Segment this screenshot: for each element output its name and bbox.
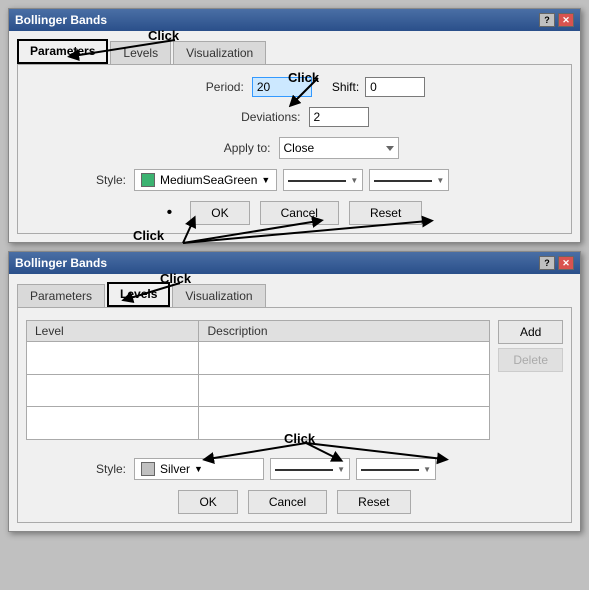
tabs-1: Parameters Levels Visualization xyxy=(17,39,572,65)
apply-dropdown[interactable]: Close Open High Low xyxy=(279,137,399,159)
period-label: Period: xyxy=(164,80,244,94)
ok-button-2[interactable]: OK xyxy=(178,490,237,514)
shift-input[interactable] xyxy=(365,77,425,97)
form-area-2: Level Description Add xyxy=(17,308,572,523)
col-level: Level xyxy=(27,321,199,342)
shift-label: Shift: xyxy=(332,80,359,94)
tabs-2: Parameters Levels Visualization xyxy=(17,282,572,308)
color-swatch-1 xyxy=(141,173,155,187)
title-controls-1: ? ✕ xyxy=(539,13,574,27)
color-dropdown-arrow-1: ▼ xyxy=(261,175,270,185)
cancel-button-1[interactable]: Cancel xyxy=(260,201,339,225)
ok-button-1[interactable]: OK xyxy=(190,201,249,225)
tab-visualization-2[interactable]: Visualization xyxy=(172,284,265,307)
form-area-1: Period: Shift: Deviations: Apply to: Clo… xyxy=(17,65,572,234)
title-bar-1: Bollinger Bands ? ✕ xyxy=(9,9,580,31)
line-width-dropdown-2[interactable]: ▼ xyxy=(356,458,436,480)
apply-row: Apply to: Close Open High Low xyxy=(26,137,563,159)
color-button-2[interactable]: Silver ▼ xyxy=(134,458,264,480)
close-button-2[interactable]: ✕ xyxy=(558,256,574,270)
title-bar-2: Bollinger Bands ? ✕ xyxy=(9,252,580,274)
reset-button-1[interactable]: Reset xyxy=(349,201,422,225)
tab-parameters-2[interactable]: Parameters xyxy=(17,284,105,307)
click-annotation-period: Click xyxy=(288,70,319,85)
color-name-1: MediumSeaGreen xyxy=(160,173,257,187)
line-style-dropdown-1[interactable]: ▼ xyxy=(283,169,363,191)
style-label-2: Style: xyxy=(46,462,126,476)
tab-levels-1[interactable]: Levels xyxy=(110,41,171,64)
color-dropdown-arrow-2: ▼ xyxy=(194,464,203,474)
table-row xyxy=(27,407,490,440)
reset-button-2[interactable]: Reset xyxy=(337,490,410,514)
table-row xyxy=(27,342,490,375)
style-row-1: Style: MediumSeaGreen ▼ ▼ ▼ xyxy=(46,169,563,191)
style-label-1: Style: xyxy=(46,173,126,187)
chevron-down-icon-3: ▼ xyxy=(337,465,345,474)
apply-label: Apply to: xyxy=(191,141,271,155)
color-swatch-2 xyxy=(141,462,155,476)
btn-row-2: OK Cancel Reset xyxy=(26,490,563,514)
click-annotation-levels-style: Click xyxy=(284,431,315,446)
dialog-bollinger-bands-1: Bollinger Bands ? ✕ Parameters Levels Vi… xyxy=(8,8,581,243)
click-annotation-style: Click xyxy=(133,228,164,243)
bullet-point: • xyxy=(167,204,173,222)
click-annotation-levels-tab: Click xyxy=(160,271,191,286)
close-button-1[interactable]: ✕ xyxy=(558,13,574,27)
deviations-label: Deviations: xyxy=(221,110,301,124)
color-button-1[interactable]: MediumSeaGreen ▼ xyxy=(134,169,277,191)
help-button-1[interactable]: ? xyxy=(539,13,555,27)
dialog-content-1: Parameters Levels Visualization Period: … xyxy=(9,31,580,242)
deviations-row: Deviations: xyxy=(26,107,563,127)
cancel-button-2[interactable]: Cancel xyxy=(248,490,327,514)
title-controls-2: ? ✕ xyxy=(539,256,574,270)
levels-table-container: Level Description xyxy=(26,320,490,450)
dialog-title-2: Bollinger Bands xyxy=(15,256,107,270)
delete-button: Delete xyxy=(498,348,563,372)
shift-group: Shift: xyxy=(332,77,425,97)
col-description: Description xyxy=(199,321,490,342)
chevron-down-icon-1: ▼ xyxy=(350,176,358,185)
help-button-2[interactable]: ? xyxy=(539,256,555,270)
line-width-dropdown-1[interactable]: ▼ xyxy=(369,169,449,191)
add-button[interactable]: Add xyxy=(498,320,563,344)
chevron-down-icon-2: ▼ xyxy=(436,176,444,185)
table-row xyxy=(27,374,490,407)
tab-parameters-1[interactable]: Parameters xyxy=(17,39,108,64)
btn-row-1: • OK Cancel Reset xyxy=(26,201,563,225)
tab-visualization-1[interactable]: Visualization xyxy=(173,41,266,64)
dialog-bollinger-bands-2: Bollinger Bands ? ✕ Parameters Levels Vi… xyxy=(8,251,581,532)
deviations-input[interactable] xyxy=(309,107,369,127)
levels-buttons: Add Delete xyxy=(498,320,563,450)
style-row-2: Style: Silver ▼ ▼ ▼ xyxy=(46,458,563,480)
dialog-title-1: Bollinger Bands xyxy=(15,13,107,27)
dialog-content-2: Parameters Levels Visualization Level De… xyxy=(9,274,580,531)
click-annotation-tab: Click xyxy=(148,28,179,43)
line-style-dropdown-2[interactable]: ▼ xyxy=(270,458,350,480)
color-name-2: Silver xyxy=(160,462,190,476)
levels-table: Level Description xyxy=(26,320,490,440)
chevron-down-icon-4: ▼ xyxy=(423,465,431,474)
